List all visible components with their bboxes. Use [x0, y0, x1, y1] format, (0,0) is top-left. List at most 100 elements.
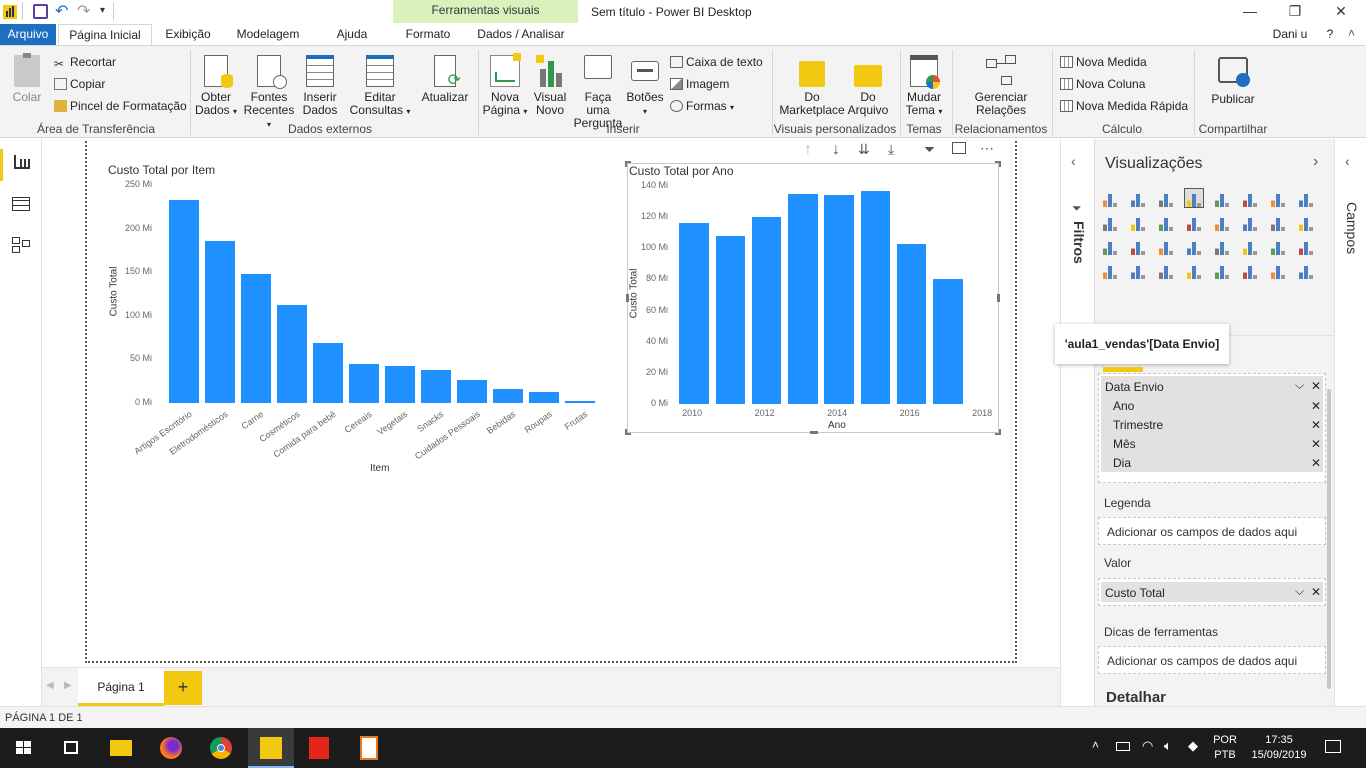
save-icon[interactable]	[33, 4, 48, 19]
remove-field-icon[interactable]: ✕	[1311, 456, 1321, 470]
visual-type-icon[interactable]	[1157, 189, 1175, 207]
visual-type-icon[interactable]	[1157, 261, 1175, 279]
firefox-icon[interactable]	[148, 728, 194, 768]
report-view-icon[interactable]	[14, 155, 30, 169]
scroll-left-icon[interactable]: ◀	[46, 680, 54, 691]
restore-icon[interactable]: ❐	[1272, 0, 1318, 24]
undo-icon[interactable]: ↶	[55, 1, 68, 21]
visual-type-icon[interactable]	[1297, 237, 1315, 255]
visual-type-icon[interactable]	[1185, 213, 1203, 231]
bar[interactable]	[788, 193, 818, 404]
resize-handle-br[interactable]	[995, 429, 1001, 435]
scroll-right-icon[interactable]: ▶	[64, 680, 72, 691]
bar[interactable]	[824, 195, 854, 404]
bar[interactable]	[896, 243, 927, 404]
expand-next-level-icon[interactable]: ⇊	[858, 141, 870, 158]
new-visual-button[interactable]: Visual Novo	[530, 55, 570, 117]
focus-mode-icon[interactable]	[952, 142, 966, 154]
bar[interactable]	[241, 273, 271, 403]
bar[interactable]	[313, 342, 343, 403]
model-view-icon[interactable]	[12, 237, 30, 253]
buttons-button[interactable]: Botões ▾	[626, 55, 664, 118]
axis-well[interactable]: Data Envio ⌵ ✕ Ano ✕ Trimestre ✕ Mês ✕ Dia ✕	[1098, 373, 1326, 483]
visual-type-icon[interactable]	[1101, 261, 1119, 279]
bar[interactable]	[457, 380, 487, 403]
notifications-icon[interactable]	[1325, 740, 1341, 753]
bar[interactable]	[715, 235, 746, 404]
help-icon[interactable]: ?	[1320, 24, 1340, 45]
viz-scrollbar[interactable]	[1327, 389, 1331, 689]
tab-help[interactable]: Ajuda	[330, 24, 374, 45]
visual-type-icon[interactable]	[1269, 237, 1287, 255]
add-page-button[interactable]: +	[164, 671, 202, 705]
filters-pane[interactable]: ‹ ⏷ Filtros	[1060, 139, 1094, 706]
resize-handle-left[interactable]	[626, 294, 629, 302]
visual-type-icon[interactable]	[1241, 213, 1259, 231]
filter-icon[interactable]: ⏷	[924, 141, 935, 158]
edit-queries-button[interactable]: Editar Consultas ▾	[348, 55, 412, 118]
wifi-icon[interactable]: ◠	[1142, 738, 1153, 754]
visual-type-icon[interactable]	[1101, 237, 1119, 255]
bar[interactable]	[169, 199, 199, 403]
bar[interactable]	[860, 190, 891, 404]
acrobat-icon[interactable]	[296, 728, 342, 768]
tab-home[interactable]: Página Inicial	[58, 24, 152, 45]
manage-relationships-button[interactable]: Gerenciar Relações	[968, 55, 1034, 117]
visual-type-icon[interactable]	[1213, 237, 1231, 255]
visual-type-icon[interactable]	[1241, 261, 1259, 279]
expand-fields-icon[interactable]: ‹	[1345, 153, 1350, 169]
remove-field-icon[interactable]: ✕	[1311, 379, 1321, 393]
tab-modeling[interactable]: Modelagem	[230, 24, 306, 45]
legend-well[interactable]: Adicionar os campos de dados aqui	[1098, 517, 1326, 545]
volume-icon[interactable]: 🔈︎	[1164, 738, 1172, 754]
visual-type-icon[interactable]	[1129, 261, 1147, 279]
remove-field-icon[interactable]: ✕	[1311, 437, 1321, 451]
more-options-icon[interactable]: ⋯	[980, 140, 994, 157]
bar[interactable]	[529, 391, 559, 403]
bar[interactable]	[385, 365, 415, 403]
file-explorer-icon[interactable]	[98, 728, 144, 768]
tab-data-analyze[interactable]: Dados / Analisar	[470, 24, 572, 45]
format-painter-button[interactable]: Pincel de Formatação	[54, 99, 187, 113]
visual-type-icon[interactable]	[1185, 237, 1203, 255]
visual-type-icon[interactable]	[1269, 213, 1287, 231]
visual-type-icon[interactable]	[1213, 213, 1231, 231]
data-view-icon[interactable]	[12, 197, 30, 211]
chart-cost-by-item[interactable]: Custo Total por Item Custo Total Item 25…	[100, 160, 600, 480]
visual-type-icon[interactable]	[1129, 189, 1147, 207]
tab-view[interactable]: Exibição	[160, 24, 216, 45]
language-indicator[interactable]: POR PTB	[1212, 733, 1238, 763]
bar[interactable]	[565, 401, 595, 403]
tooltips-well[interactable]: Adicionar os campos de dados aqui	[1098, 646, 1326, 674]
chevron-down-icon[interactable]: ⌵	[1295, 584, 1304, 599]
copy-button[interactable]: Copiar	[54, 77, 105, 91]
paste-button[interactable]: Colar	[8, 53, 46, 104]
from-marketplace-button[interactable]: Do Marketplace	[776, 55, 848, 117]
axis-field-item[interactable]: Data Envio ⌵ ✕	[1101, 376, 1323, 396]
quick-access-dropdown-icon[interactable]: ▾	[100, 5, 105, 16]
ask-question-button[interactable]: Faça uma Pergunta	[572, 55, 624, 130]
close-icon[interactable]: ✕	[1318, 0, 1364, 24]
new-page-button[interactable]: Nova Página ▾	[482, 53, 528, 118]
collapse-ribbon-icon[interactable]: ˄	[1348, 26, 1355, 40]
tab-format[interactable]: Formato	[400, 24, 456, 45]
page-tab-1[interactable]: Página 1	[78, 668, 164, 706]
visual-type-icon[interactable]	[1101, 213, 1119, 231]
user-name[interactable]: Dani u	[1268, 24, 1312, 45]
remove-field-icon[interactable]: ✕	[1311, 585, 1321, 599]
fields-pane[interactable]: ‹ Campos	[1334, 139, 1366, 706]
expand-filters-icon[interactable]: ‹	[1071, 153, 1076, 169]
resize-handle-bl[interactable]	[625, 429, 631, 435]
bar[interactable]	[421, 369, 451, 403]
from-file-button[interactable]: Do Arquivo	[844, 55, 892, 117]
bar[interactable]	[493, 389, 523, 403]
show-hidden-icons[interactable]: ˄	[1092, 738, 1099, 752]
image-button[interactable]: Imagem	[670, 77, 729, 91]
windows-start-icon[interactable]	[0, 728, 46, 768]
switch-theme-button[interactable]: Mudar Tema ▾	[902, 55, 946, 118]
axis-hierarchy-level[interactable]: Dia ✕	[1101, 453, 1323, 472]
remove-field-icon[interactable]: ✕	[1311, 418, 1321, 432]
bar[interactable]	[751, 217, 782, 404]
bar[interactable]	[933, 279, 963, 404]
collapse-viz-icon[interactable]: ›	[1313, 153, 1318, 171]
